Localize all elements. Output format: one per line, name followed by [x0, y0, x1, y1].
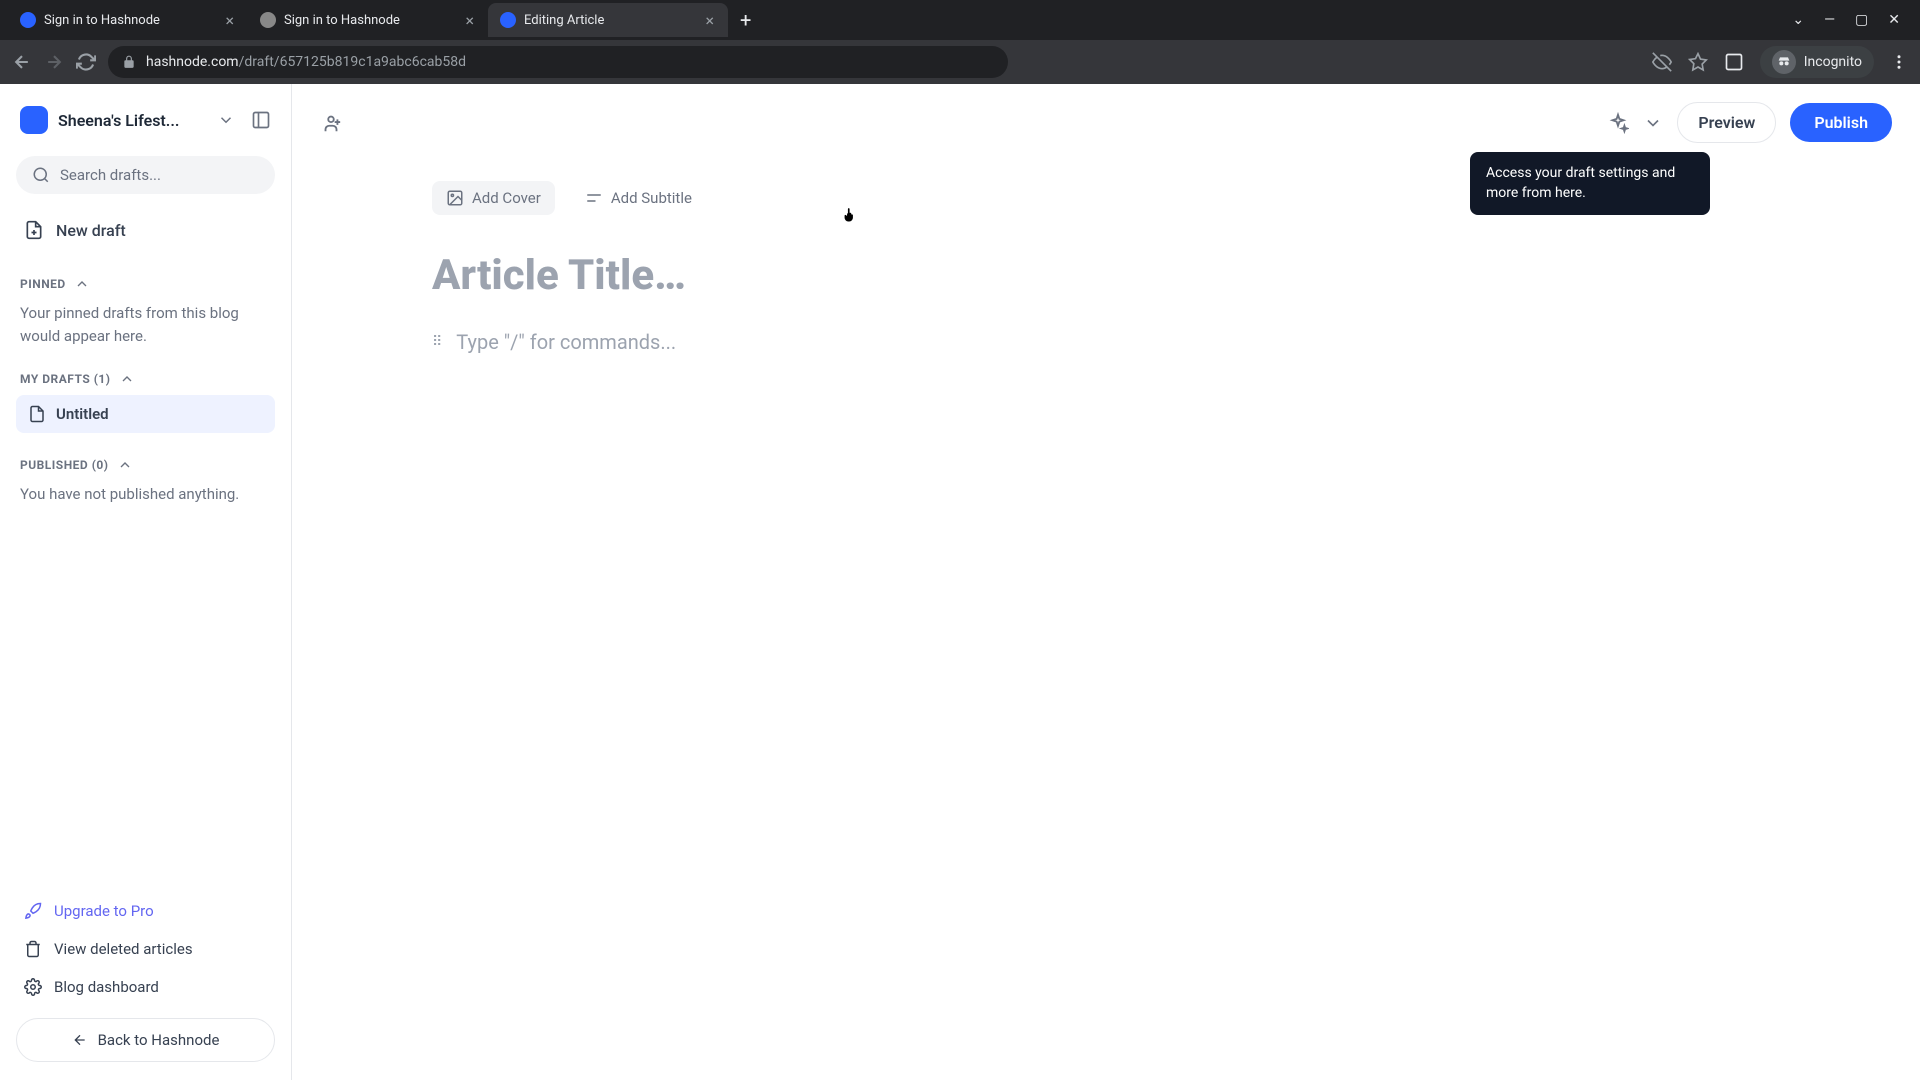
lock-icon: [122, 55, 136, 69]
browser-toolbar: hashnode.com/draft/657125b819c1a9abc6cab…: [0, 40, 1920, 84]
search-placeholder: Search drafts...: [60, 166, 161, 184]
ai-sparkle-icon[interactable]: [1607, 112, 1629, 134]
sidebar: Sheena's Lifest... Search drafts... New …: [0, 84, 292, 1080]
document-icon: [28, 405, 46, 423]
browser-tab[interactable]: Sign in to Hashnode ×: [248, 3, 488, 37]
incognito-badge[interactable]: Incognito: [1760, 46, 1874, 78]
pinned-label: PINNED: [20, 277, 66, 291]
favicon-icon: [20, 12, 36, 28]
close-icon[interactable]: ×: [703, 9, 716, 32]
favicon-icon: [260, 12, 276, 28]
new-tab-button[interactable]: +: [728, 8, 763, 32]
published-label: PUBLISHED (0): [20, 458, 109, 472]
gear-icon: [24, 978, 42, 996]
add-subtitle-button[interactable]: Add Subtitle: [571, 181, 706, 215]
subtitle-icon: [585, 189, 603, 207]
back-to-hashnode-button[interactable]: Back to Hashnode: [16, 1018, 275, 1062]
tab-title: Sign in to Hashnode: [284, 13, 455, 28]
new-draft-label: New draft: [56, 221, 126, 240]
forward-button[interactable]: [44, 52, 64, 72]
pinned-empty-text: Your pinned drafts from this blog would …: [16, 292, 275, 347]
my-drafts-label: MY DRAFTS (1): [20, 372, 111, 386]
blog-name: Sheena's Lifest...: [58, 111, 207, 130]
back-label: Back to Hashnode: [98, 1031, 220, 1049]
window-controls: ⌄ ― ▢ ✕: [1792, 12, 1912, 28]
image-icon: [446, 189, 464, 207]
add-cover-label: Add Cover: [472, 189, 541, 207]
chevron-up-icon: [74, 276, 90, 292]
tab-title: Sign in to Hashnode: [44, 13, 215, 28]
chevron-up-icon: [119, 371, 135, 387]
browser-tab[interactable]: Sign in to Hashnode ×: [8, 3, 248, 37]
article-content-input[interactable]: Type "/" for commands...: [456, 330, 1252, 354]
close-icon[interactable]: ×: [223, 9, 236, 32]
preview-button[interactable]: Preview: [1677, 102, 1776, 143]
publish-button[interactable]: Publish: [1790, 103, 1892, 142]
arrow-left-icon: [72, 1032, 88, 1048]
trash-icon: [24, 940, 42, 958]
collaborators-icon[interactable]: [320, 112, 342, 134]
editor-header: Preview Publish: [292, 84, 1920, 161]
close-icon[interactable]: ×: [463, 9, 476, 32]
close-window-icon[interactable]: ✕: [1888, 12, 1900, 28]
published-section-header[interactable]: PUBLISHED (0): [16, 457, 275, 473]
blog-logo-icon: [20, 106, 48, 134]
cover-row: Add Cover Add Subtitle: [432, 181, 1252, 215]
view-deleted-link[interactable]: View deleted articles: [16, 930, 275, 968]
upgrade-pro-link[interactable]: Upgrade to Pro: [16, 892, 275, 930]
chevron-up-icon: [117, 457, 133, 473]
back-button[interactable]: [12, 52, 32, 72]
maximize-icon[interactable]: ▢: [1855, 12, 1868, 28]
search-input[interactable]: Search drafts...: [16, 156, 275, 194]
favicon-icon: [500, 12, 516, 28]
draft-item[interactable]: Untitled: [16, 395, 275, 433]
blog-selector[interactable]: Sheena's Lifest...: [16, 102, 275, 148]
content-row: ⠿ Type "/" for commands...: [432, 330, 1252, 354]
star-icon[interactable]: [1688, 52, 1708, 72]
new-draft-icon: [24, 220, 44, 240]
add-subtitle-label: Add Subtitle: [611, 189, 692, 207]
dashboard-label: Blog dashboard: [54, 978, 159, 996]
collapse-sidebar-icon[interactable]: [251, 110, 271, 130]
settings-tooltip: Access your draft settings and more from…: [1470, 152, 1710, 215]
draft-title: Untitled: [56, 405, 109, 423]
sidebar-footer: Upgrade to Pro View deleted articles Blo…: [16, 892, 275, 1062]
incognito-label: Incognito: [1804, 54, 1862, 70]
new-draft-button[interactable]: New draft: [16, 208, 275, 252]
reload-button[interactable]: [76, 52, 96, 72]
url-text: hashnode.com/draft/657125b819c1a9abc6cab…: [146, 54, 466, 70]
extensions-icon[interactable]: [1724, 52, 1744, 72]
add-cover-button[interactable]: Add Cover: [432, 181, 555, 215]
tabs-dropdown-icon[interactable]: ⌄: [1792, 12, 1804, 28]
url-bar[interactable]: hashnode.com/draft/657125b819c1a9abc6cab…: [108, 46, 1008, 78]
menu-icon[interactable]: [1890, 53, 1908, 71]
incognito-icon: [1772, 50, 1796, 74]
tab-title: Editing Article: [524, 13, 695, 28]
article-title-input[interactable]: Article Title…: [432, 251, 1252, 300]
editor-main: Preview Publish Access your draft settin…: [292, 84, 1920, 1080]
rocket-icon: [24, 902, 42, 920]
tab-bar: Sign in to Hashnode × Sign in to Hashnod…: [0, 0, 1920, 40]
upgrade-label: Upgrade to Pro: [54, 902, 154, 920]
editor-body: Add Cover Add Subtitle Article Title… ⠿ …: [432, 161, 1252, 354]
drag-handle-icon[interactable]: ⠿: [432, 334, 442, 350]
settings-dropdown-icon[interactable]: [1643, 113, 1663, 133]
search-icon: [32, 166, 50, 184]
my-drafts-section-header[interactable]: MY DRAFTS (1): [16, 371, 275, 387]
pinned-section-header[interactable]: PINNED: [16, 276, 275, 292]
minimize-icon[interactable]: ―: [1824, 12, 1835, 28]
eye-off-icon[interactable]: [1652, 52, 1672, 72]
browser-chrome: Sign in to Hashnode × Sign in to Hashnod…: [0, 0, 1920, 84]
blog-dashboard-link[interactable]: Blog dashboard: [16, 968, 275, 1006]
chevron-down-icon: [217, 111, 235, 129]
browser-tab-active[interactable]: Editing Article ×: [488, 3, 728, 37]
published-empty-text: You have not published anything.: [16, 473, 275, 506]
deleted-label: View deleted articles: [54, 940, 193, 958]
app-root: Sheena's Lifest... Search drafts... New …: [0, 84, 1920, 1080]
